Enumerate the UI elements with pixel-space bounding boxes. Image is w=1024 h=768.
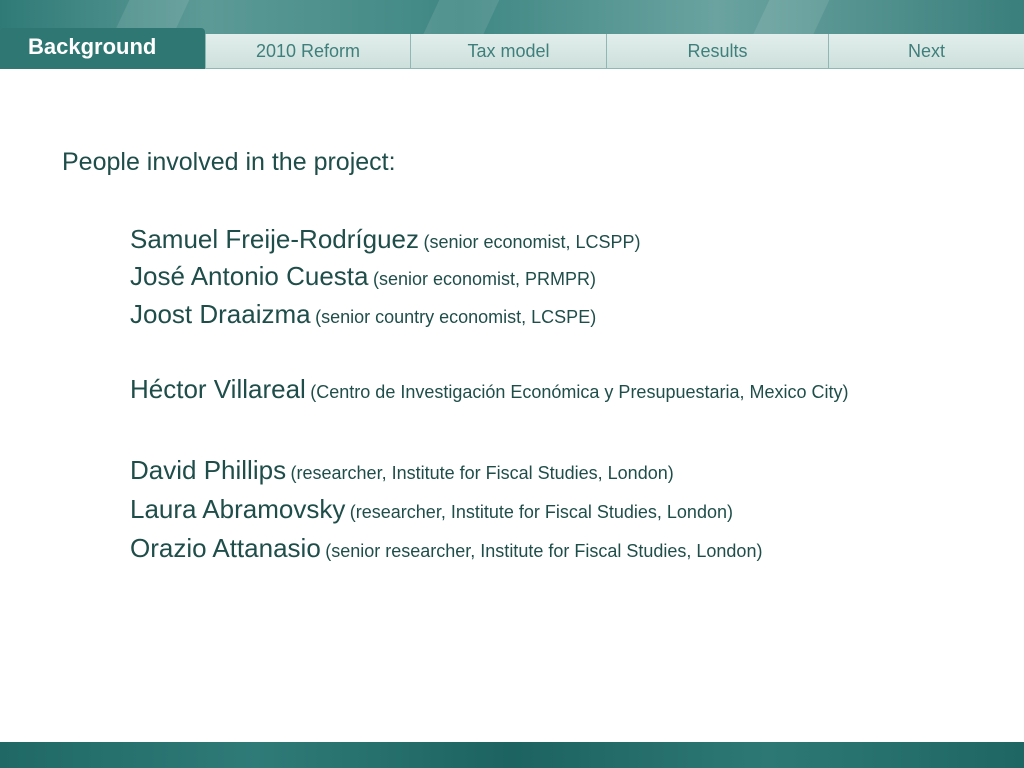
person-name: Joost Draaizma [130, 299, 311, 329]
person-entry: Laura Abramovsky (researcher, Institute … [130, 494, 733, 525]
person-entry: Héctor Villareal (Centro de Investigació… [130, 374, 849, 405]
person-role: (senior economist, PRMPR) [372, 269, 597, 289]
person-role: (senior country economist, LCSPE) [315, 307, 597, 327]
person-entry: Samuel Freije-Rodríguez (senior economis… [130, 224, 641, 255]
tab-background-label: Background [28, 34, 157, 59]
person-name: Héctor Villareal [130, 374, 306, 404]
person-entry: Orazio Attanasio (senior researcher, Ins… [130, 533, 762, 564]
person-name: Samuel Freije-Rodríguez [130, 224, 420, 254]
person-entry: José Antonio Cuesta (senior economist, P… [130, 261, 596, 292]
tab-next[interactable]: Next [828, 34, 1024, 68]
person-name: José Antonio Cuesta [130, 261, 369, 291]
person-role: (researcher, Institute for Fiscal Studie… [349, 502, 733, 522]
person-role: (Centro de Investigación Económica y Pre… [310, 382, 849, 402]
tab-results[interactable]: Results [606, 34, 828, 68]
person-name: Orazio Attanasio [130, 533, 321, 563]
person-role: (senior researcher, Institute for Fiscal… [325, 541, 763, 561]
person-role: (senior economist, LCSPP) [423, 232, 641, 252]
band-streak [411, 0, 509, 34]
tab-2010-reform[interactable]: 2010 Reform [205, 34, 410, 68]
person-role: (researcher, Institute for Fiscal Studie… [290, 463, 674, 483]
band-streak [741, 0, 839, 34]
person-name: David Phillips [130, 455, 287, 485]
tab-background[interactable]: Background [0, 28, 205, 69]
person-entry: Joost Draaizma (senior country economist… [130, 299, 596, 330]
person-entry: David Phillips (researcher, Institute fo… [130, 455, 674, 486]
nav-tabs: 2010 Reform Tax model Results Next [205, 34, 1024, 69]
intro-heading: People involved in the project: [62, 148, 396, 176]
bottom-decorative-band [0, 742, 1024, 768]
person-name: Laura Abramovsky [130, 494, 346, 524]
tab-tax-model[interactable]: Tax model [410, 34, 606, 68]
